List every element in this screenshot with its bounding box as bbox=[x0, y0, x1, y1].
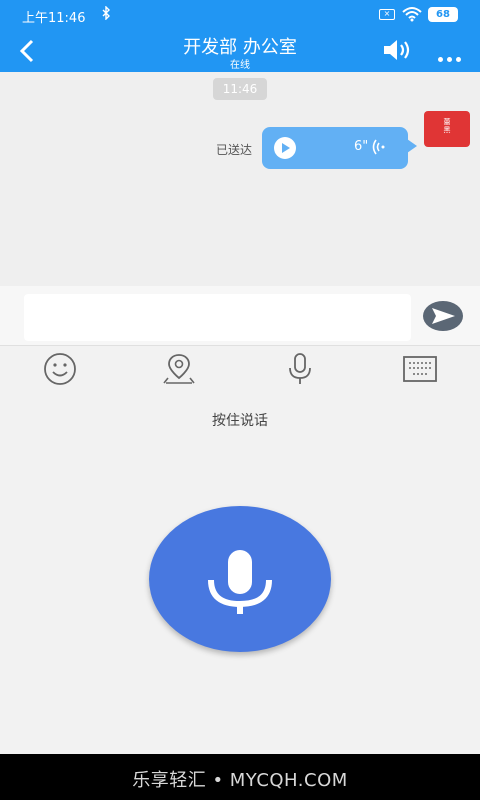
speaker-icon bbox=[384, 40, 410, 60]
composer bbox=[0, 286, 480, 346]
battery-indicator: 68 bbox=[428, 7, 458, 22]
system-nav-bar: 乐享轻汇 • MYCQH.COM bbox=[0, 754, 480, 800]
play-icon[interactable] bbox=[274, 137, 296, 159]
message-input[interactable] bbox=[24, 294, 411, 341]
input-toolbar bbox=[0, 346, 480, 392]
status-time: 上午11:46 bbox=[22, 11, 86, 26]
chat-area[interactable]: 11:46 已送达 6" 蕾 黑 bbox=[0, 72, 480, 286]
more-button[interactable] bbox=[438, 47, 468, 62]
emoji-button[interactable] bbox=[42, 352, 78, 386]
voice-message-bubble[interactable]: 6" bbox=[262, 127, 417, 169]
send-button[interactable] bbox=[423, 301, 463, 331]
location-button[interactable] bbox=[161, 352, 197, 386]
hold-to-talk-hint: 按住说话 bbox=[212, 413, 268, 429]
location-icon bbox=[163, 354, 195, 384]
speaker-button[interactable] bbox=[381, 38, 413, 66]
voice-wave-icon bbox=[372, 138, 386, 160]
status-bar: 上午11:46 × 68 bbox=[0, 0, 480, 30]
avatar[interactable]: 蕾 黑 bbox=[424, 111, 470, 147]
watermark: 乐享轻汇 • MYCQH.COM bbox=[132, 770, 348, 791]
microphone-icon bbox=[289, 353, 311, 384]
keyboard-icon bbox=[403, 356, 437, 382]
keyboard-button[interactable] bbox=[402, 352, 438, 386]
dot bbox=[438, 57, 443, 62]
dot bbox=[447, 57, 452, 62]
voice-duration: 6" bbox=[354, 139, 369, 154]
record-voice-button[interactable] bbox=[149, 506, 331, 652]
send-icon bbox=[432, 308, 455, 324]
message-timestamp: 11:46 bbox=[213, 78, 267, 100]
voice-button[interactable] bbox=[282, 352, 318, 386]
title-bar: 开发部 办公室 在线 bbox=[0, 30, 480, 72]
sim-x-icon: × bbox=[379, 9, 395, 20]
dot bbox=[456, 57, 461, 62]
emoji-icon bbox=[44, 353, 76, 385]
delivery-status: 已送达 bbox=[216, 143, 253, 157]
bluetooth-icon bbox=[101, 5, 111, 24]
microphone-icon bbox=[208, 550, 272, 614]
wifi-icon bbox=[402, 6, 422, 26]
